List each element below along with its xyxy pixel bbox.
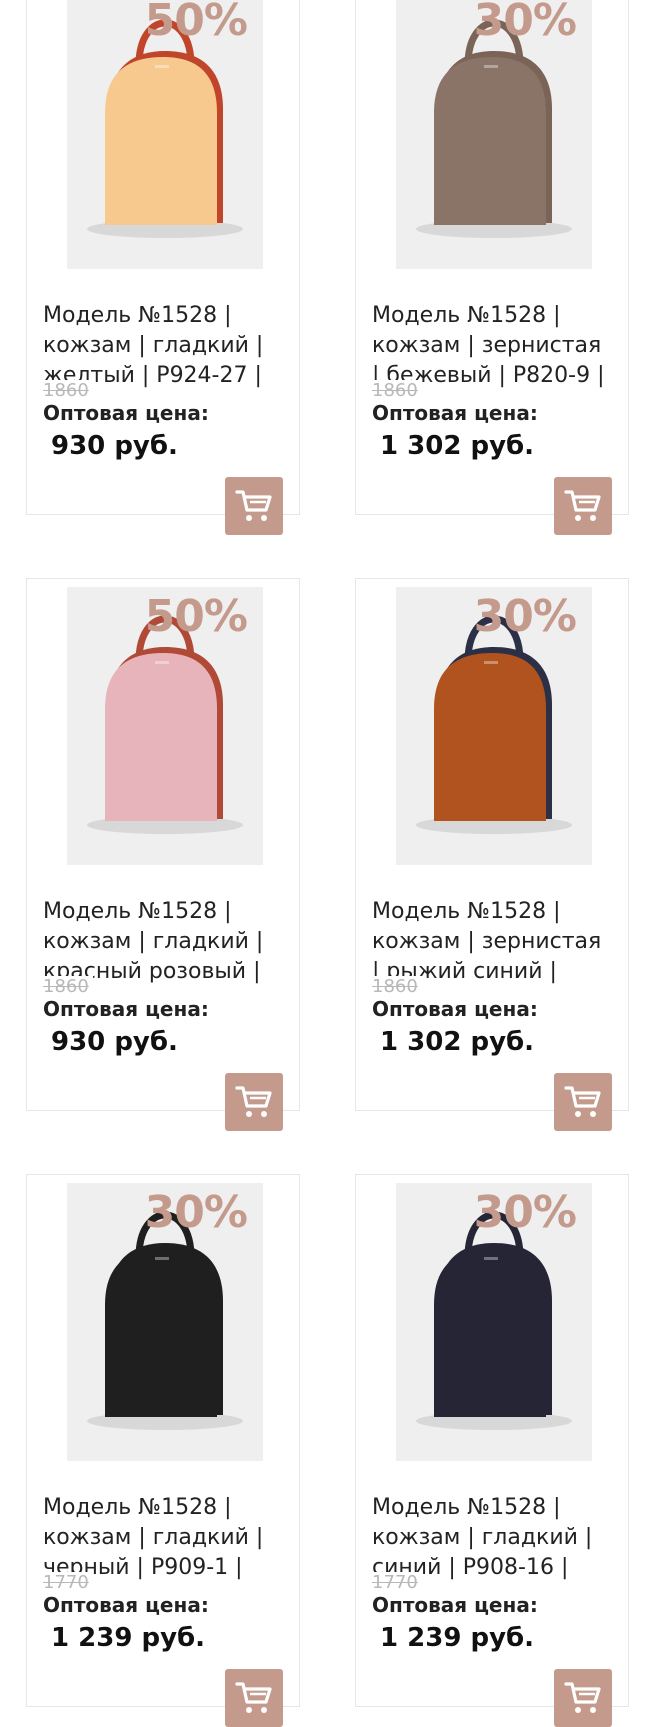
discount-badge: 50% (144, 591, 248, 642)
product-card[interactable]: 30% Модель №1528 | кожзам | гладкий | че… (26, 1174, 300, 1727)
product-price: 1 302 руб. (380, 431, 535, 461)
wholesale-price-label: Оптовая цена: (372, 1593, 538, 1617)
product-card[interactable]: 50% Модель №1528 | кожзам | гладкий | кр… (26, 578, 300, 1131)
product-image[interactable]: 30% (396, 587, 592, 865)
product-image[interactable]: 50% (67, 587, 263, 865)
discount-badge: 30% (473, 1187, 577, 1238)
cart-icon (235, 1086, 272, 1117)
discount-badge: 50% (144, 0, 248, 46)
wholesale-price-label: Оптовая цена: (372, 401, 538, 425)
product-card[interactable]: 50% Модель №1528 | кожзам | гладкий | же… (26, 0, 300, 535)
wholesale-price-label: Оптовая цена: (43, 401, 209, 425)
product-title[interactable]: Модель №1528 | кожзам | гладкий | черный… (43, 1493, 281, 1583)
old-price: 1860 (43, 976, 93, 997)
product-card[interactable]: 30% Модель №1528 | кожзам | гладкий | си… (355, 1174, 629, 1727)
product-price: 1 239 руб. (380, 1623, 535, 1653)
discount-badge: 30% (473, 591, 577, 642)
wholesale-price-label: Оптовая цена: (43, 1593, 209, 1617)
product-title[interactable]: Модель №1528 | кожзам | зернистая | рыжи… (372, 897, 610, 987)
add-to-cart-button[interactable] (225, 1073, 283, 1131)
cart-icon (564, 1086, 601, 1117)
add-to-cart-button[interactable] (554, 1669, 612, 1727)
product-card[interactable]: 30% Модель №1528 | кожзам | зернистая | … (355, 0, 629, 535)
product-title[interactable]: Модель №1528 | кожзам | гладкий | желтый… (43, 301, 281, 391)
add-to-cart-button[interactable] (225, 1669, 283, 1727)
old-price: 1860 (372, 380, 422, 401)
product-image[interactable]: 30% (396, 0, 592, 269)
product-price: 930 руб. (51, 431, 178, 461)
product-image[interactable]: 30% (396, 1183, 592, 1461)
cart-icon (235, 490, 272, 521)
product-title[interactable]: Модель №1528 | кожзам | гладкий | синий … (372, 1493, 610, 1583)
add-to-cart-button[interactable] (554, 1073, 612, 1131)
product-image[interactable]: 30% (67, 1183, 263, 1461)
product-price: 1 302 руб. (380, 1027, 535, 1057)
wholesale-price-label: Оптовая цена: (43, 997, 209, 1021)
old-price: 1770 (372, 1572, 422, 1593)
discount-badge: 30% (473, 0, 577, 46)
old-price: 1860 (372, 976, 422, 997)
product-title[interactable]: Модель №1528 | кожзам | зернистая | беже… (372, 301, 610, 391)
cart-icon (235, 1682, 272, 1713)
product-price: 1 239 руб. (51, 1623, 206, 1653)
wholesale-price-label: Оптовая цена: (372, 997, 538, 1021)
discount-badge: 30% (144, 1187, 248, 1238)
product-title[interactable]: Модель №1528 | кожзам | гладкий | красны… (43, 897, 281, 987)
product-price: 930 руб. (51, 1027, 178, 1057)
product-image[interactable]: 50% (67, 0, 263, 269)
add-to-cart-button[interactable] (554, 477, 612, 535)
cart-icon (564, 490, 601, 521)
cart-icon (564, 1682, 601, 1713)
old-price: 1860 (43, 380, 93, 401)
product-card[interactable]: 30% Модель №1528 | кожзам | зернистая | … (355, 578, 629, 1131)
old-price: 1770 (43, 1572, 93, 1593)
add-to-cart-button[interactable] (225, 477, 283, 535)
